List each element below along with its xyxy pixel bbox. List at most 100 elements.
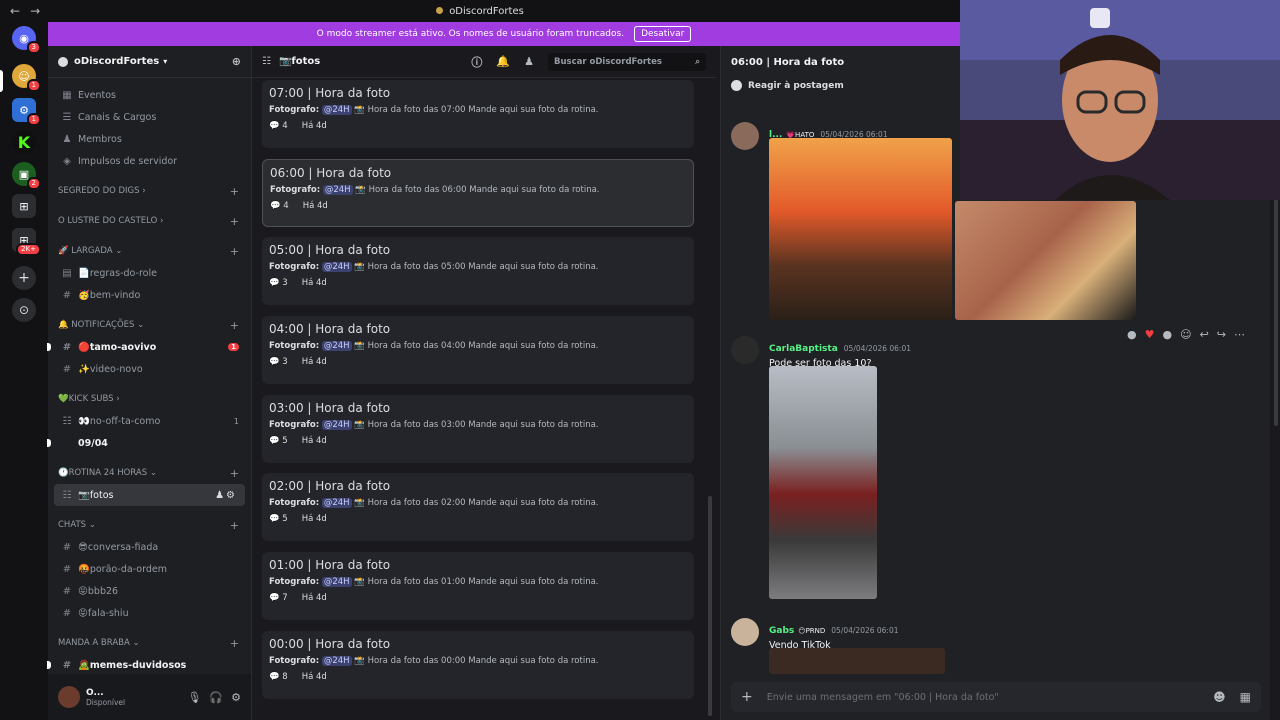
post-card[interactable]: 04:00 | Hora da foto Fotografo: @24H 📸 Ho… xyxy=(262,316,694,385)
message: CarlaBaptista 05/04/2026 06:01 Pode ser f… xyxy=(731,336,911,369)
discover-icon[interactable]: ⊙ xyxy=(12,298,36,322)
post-card[interactable]: 05:00 | Hora da foto Fotografo: @24H 📸 Ho… xyxy=(262,237,694,306)
apps-icon[interactable]: ▦ xyxy=(1240,690,1251,704)
server-folder-icon[interactable]: ⊞ xyxy=(12,194,36,218)
bell-icon[interactable]: 🔔 xyxy=(496,55,510,68)
search-input[interactable]: Buscar oDiscordFortes ⌕ xyxy=(548,52,706,71)
message-composer[interactable]: + Envie uma mensagem em "06:00 | Hora da… xyxy=(731,682,1261,712)
avatar[interactable] xyxy=(731,336,759,364)
avatar[interactable] xyxy=(731,122,759,150)
discord-home-icon[interactable]: ◉ 3 xyxy=(12,26,41,54)
add-channel-icon[interactable]: + xyxy=(230,215,239,228)
mention[interactable]: @24H xyxy=(321,341,352,352)
add-reaction-icon[interactable]: ☺ xyxy=(1180,328,1191,341)
post-card[interactable]: 01:00 | Hora da foto Fotografo: @24H 📸 Ho… xyxy=(262,552,694,621)
channel-porao[interactable]: # 🤬porão-da-ordem xyxy=(48,558,251,580)
attachment-image-partial[interactable] xyxy=(769,648,945,674)
search-icon: ⌕ xyxy=(695,56,700,67)
category-lustre[interactable]: O LUSTRE DO CASTELO › + xyxy=(48,210,251,232)
mention[interactable]: @24H xyxy=(321,577,352,588)
post-card-selected[interactable]: 06:00 | Hora da foto Fotografo: @24H 📸 Ho… xyxy=(262,158,694,227)
sidebar-item-label: Canais & Cargos xyxy=(78,111,157,123)
category-kick-subs[interactable]: 💚KICK SUBS › xyxy=(48,388,251,410)
microphone-icon[interactable]: 🎙 xyxy=(187,691,201,704)
add-channel-icon[interactable]: + xyxy=(230,637,239,650)
server-icon-2[interactable]: ⚙ 1 xyxy=(12,98,41,126)
post-card[interactable]: 07:00 | Hora da foto Fotografo: @24H 📸 Ho… xyxy=(262,80,694,148)
attachment-image-sunset[interactable] xyxy=(769,138,952,320)
reaction-icon[interactable]: ● xyxy=(1162,328,1172,341)
sidebar-item-membros[interactable]: ♟ Membros xyxy=(48,128,251,150)
author-name[interactable]: CarlaBaptista xyxy=(769,344,838,354)
channel-label: 😝fala-shiu xyxy=(78,607,129,619)
emoji-icon[interactable]: ☻ xyxy=(1213,690,1226,704)
channel-memes[interactable]: # 🧟memes-duvidosos xyxy=(47,654,251,676)
channel-video-novo[interactable]: # ✨video-novo xyxy=(48,358,251,380)
server-folder-icon-2[interactable]: ⊞ 2K+ xyxy=(12,228,41,256)
sidebar-item-canais[interactable]: ☰ Canais & Cargos xyxy=(48,106,251,128)
members-icon[interactable]: ♟ xyxy=(524,55,534,68)
guild-header[interactable]: oDiscordFortes ▾ ⊕ xyxy=(48,46,251,78)
post-card[interactable]: 03:00 | Hora da foto Fotografo: @24H 📸 Ho… xyxy=(262,394,694,463)
channel-bem-vindo[interactable]: # 🥳bem-vindo xyxy=(48,284,251,306)
attachment-image-food[interactable] xyxy=(955,201,1136,320)
category-largada[interactable]: 🚀 LARGADA ⌄ + xyxy=(48,240,251,262)
forward-icon[interactable]: ↪ xyxy=(1217,328,1226,341)
add-channel-icon[interactable]: + xyxy=(230,245,239,258)
thread-scrollbar[interactable] xyxy=(1274,196,1278,426)
add-channel-icon[interactable]: + xyxy=(230,319,239,332)
channel-regras[interactable]: ▤ 📄regras-do-role xyxy=(48,262,251,284)
mention[interactable]: @24H xyxy=(321,419,352,430)
add-channel-icon[interactable]: + xyxy=(230,185,239,198)
channel-fala-shiu[interactable]: # 😝fala-shiu xyxy=(48,602,251,624)
info-icon[interactable]: ⓘ xyxy=(471,54,482,70)
server-icon-1[interactable]: ☺ 1 xyxy=(12,64,41,92)
react-post-button[interactable]: Reagir à postagem xyxy=(731,80,844,91)
attachment-image-london[interactable] xyxy=(769,366,877,599)
disable-streamer-button[interactable]: Desativar xyxy=(634,26,692,42)
post-card[interactable]: 02:00 | Hora da foto Fotografo: @24H 📸 Ho… xyxy=(262,473,694,542)
add-channel-icon[interactable]: + xyxy=(230,519,239,532)
category-rotina[interactable]: 🕐ROTINA 24 HORAS ⌄ + xyxy=(48,462,251,484)
avatar[interactable] xyxy=(58,686,80,708)
reply-icon[interactable]: ↩ xyxy=(1200,328,1209,341)
sidebar-item-eventos[interactable]: ▦ Eventos xyxy=(48,84,251,106)
category-manda-a-braba[interactable]: MANDA A BRABA ⌄ + xyxy=(48,632,251,654)
category-notificacoes[interactable]: 🔔 NOTIFICAÇÕES ⌄ + xyxy=(48,314,251,336)
sidebar-item-impulsos[interactable]: ◈ Impulsos de servidor xyxy=(48,150,251,172)
channel-no-off[interactable]: ☷ 👀no-off-ta-como 1 xyxy=(48,410,251,432)
user-status: Disponível xyxy=(86,697,126,707)
mention[interactable]: @24H xyxy=(322,184,353,195)
server-icon-3[interactable]: ▣ 2 xyxy=(12,162,41,190)
mention[interactable]: @24H xyxy=(321,655,352,666)
reply-count: 7 xyxy=(282,593,288,604)
kick-server-icon[interactable]: K xyxy=(12,130,36,154)
mention[interactable]: @24H xyxy=(321,105,352,115)
channel-bbb26[interactable]: # 😝bbb26 xyxy=(48,580,251,602)
post-preview: Fotografo: @24H 📸 Hora da foto das 07:00… xyxy=(269,105,687,115)
heart-icon[interactable]: ♥ xyxy=(1145,328,1155,341)
gear-icon[interactable]: ⚙ xyxy=(231,691,241,704)
category-segredo[interactable]: SEGREDO DO DIGS › + xyxy=(48,180,251,202)
add-attachment-icon[interactable]: + xyxy=(741,689,753,705)
channel-conversa-fiada[interactable]: # 😎conversa-fiada xyxy=(48,536,251,558)
more-icon[interactable]: ⋯ xyxy=(1234,328,1245,341)
channel-tamo-aovivo[interactable]: # 🔴tamo-aovivo 1 xyxy=(47,336,251,358)
reaction-icon[interactable]: ● xyxy=(1127,328,1137,341)
add-member-icon[interactable]: ⊕ xyxy=(232,55,241,68)
replies: 💬 4 xyxy=(270,201,289,211)
thread-0904[interactable]: 09/04 xyxy=(47,432,251,454)
add-channel-icon[interactable]: + xyxy=(230,467,239,480)
user-info[interactable]: O... Disponível xyxy=(86,688,125,707)
author-name[interactable]: Gabs xyxy=(769,626,794,636)
channel-fotos[interactable]: ☷ 📷fotos ♟⚙ xyxy=(54,484,245,506)
add-server-icon[interactable]: + xyxy=(12,266,36,290)
forum-scrollbar[interactable] xyxy=(708,496,712,716)
category-chats[interactable]: CHATS ⌄ + xyxy=(48,514,251,536)
post-card[interactable]: 00:00 | Hora da foto Fotografo: @24H 📸 Ho… xyxy=(262,630,694,699)
avatar[interactable] xyxy=(731,618,759,646)
settings-icon[interactable]: ♟⚙ xyxy=(215,490,237,501)
headphones-icon[interactable]: 🎧 xyxy=(209,691,223,704)
mention[interactable]: @24H xyxy=(321,262,352,273)
mention[interactable]: @24H xyxy=(321,498,352,509)
